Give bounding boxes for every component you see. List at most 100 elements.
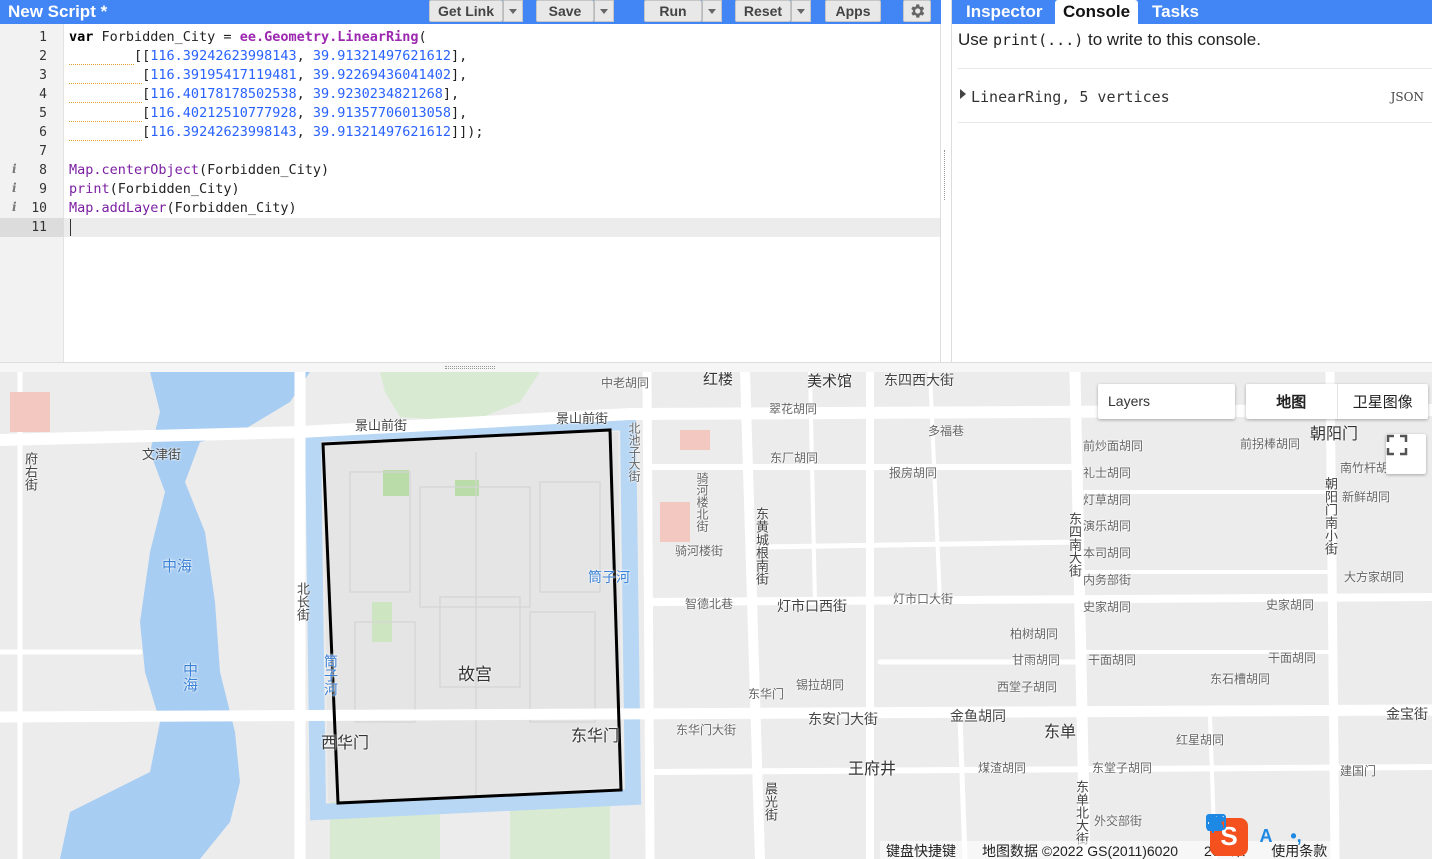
code-editor[interactable]: 1 2 3 4 5 6 7 i8 i9 i 10 11 var Forbidden… <box>0 24 941 362</box>
map-label: 中老胡同 <box>601 376 650 390</box>
line-number: 4 <box>39 87 47 102</box>
apps-button[interactable]: Apps <box>825 0 881 22</box>
expand-arrow-icon[interactable] <box>960 89 966 99</box>
reset-label: Reset <box>743 3 783 19</box>
code-line-active <box>64 218 940 237</box>
map-label: 筒子河 <box>322 654 338 696</box>
map-label: 骑河楼街 <box>675 544 724 558</box>
map-label: 多福巷 <box>928 424 965 438</box>
editor-toolbar: New Script * Get Link Save Run Reset App… <box>0 0 941 24</box>
map-label: 干面胡同 <box>1088 653 1137 667</box>
map-label: 大方家胡同 <box>1344 570 1405 584</box>
fullscreen-button[interactable] <box>1386 434 1426 474</box>
line-number: 3 <box>39 68 47 83</box>
line-number: 2 <box>39 49 47 64</box>
keyboard-icon[interactable] <box>1206 814 1368 849</box>
map-type-control: 地图 卫星图像 <box>1246 384 1428 419</box>
line-number: i 10 <box>12 200 47 216</box>
map-label: 东四南大街 <box>1066 512 1081 577</box>
map-label: 报房胡同 <box>889 466 938 480</box>
json-toggle[interactable]: JSON <box>1391 90 1424 104</box>
ime-font-icon[interactable]: A <box>1254 825 1278 849</box>
map-label: 翠花胡同 <box>769 402 818 416</box>
info-icon[interactable]: i <box>12 162 17 176</box>
ime-toolbar: S A •, <box>1206 814 1432 859</box>
map-label: 本司胡同 <box>1083 546 1132 560</box>
map-canvas <box>0 372 1432 859</box>
map-view[interactable]: 美术馆 红楼 东四西大街 中老胡同 景山前街 景山前街 文津街 府右街 中海 中… <box>0 372 1432 859</box>
map-label: 王府井 <box>848 759 897 778</box>
line-number: 1 <box>39 30 47 45</box>
get-link-dropdown[interactable] <box>503 0 523 22</box>
console-output-row[interactable]: LinearRing, 5 vertices JSON <box>958 86 1428 110</box>
map-label: 前炒面胡同 <box>1083 439 1144 453</box>
map-label: 东华门 <box>748 687 785 701</box>
map-label: 景山前街 <box>355 419 408 434</box>
horizontal-splitter[interactable] <box>0 362 1432 372</box>
map-label: 美术馆 <box>807 372 853 390</box>
run-dropdown[interactable] <box>702 0 722 22</box>
map-label: 中海 <box>162 557 193 575</box>
map-label: 建国门 <box>1340 764 1377 778</box>
microphone-icon[interactable] <box>1206 815 1338 849</box>
map-label: 锡拉胡同 <box>796 678 845 692</box>
map-label: 外交部街 <box>1094 814 1143 828</box>
map-label: 东黄城根南街 <box>753 507 768 585</box>
map-label: 北长街 <box>294 582 309 621</box>
map-label: 内务部街 <box>1083 573 1132 587</box>
console-hint: Use print(...) to write to this console. <box>958 30 1261 49</box>
code-line: [116.40212510777928, 39.91357706013058], <box>64 104 940 123</box>
map-label: 东厂胡同 <box>770 451 819 465</box>
code-line: [[116.39242623998143, 39.91321497621612]… <box>64 47 940 66</box>
info-icon[interactable]: i <box>12 200 17 214</box>
line-number-active: 11 <box>0 218 64 237</box>
map-label: 史家胡同 <box>1083 600 1132 614</box>
reset-dropdown[interactable] <box>791 0 811 22</box>
tab-inspector[interactable]: Inspector <box>958 0 1051 24</box>
layers-control[interactable]: Layers <box>1098 384 1235 419</box>
map-label: 景山前街 <box>556 412 609 427</box>
tab-console[interactable]: Console <box>1055 0 1139 24</box>
keyboard-shortcuts-link[interactable]: 键盘快捷键 <box>886 841 956 859</box>
map-label: 灯草胡同 <box>1083 493 1132 507</box>
code-line: [116.39195417119481, 39.92269436041402], <box>64 66 940 85</box>
apps-grid-icon[interactable] <box>1207 815 1428 849</box>
script-title[interactable]: New Script * <box>8 2 107 22</box>
save-label: Save <box>548 3 582 19</box>
text-cursor <box>70 219 71 236</box>
map-label: 文津街 <box>142 448 182 463</box>
line-gutter: 1 2 3 4 5 6 7 i8 i9 i 10 11 <box>0 24 64 362</box>
get-link-label: Get Link <box>437 3 494 19</box>
map-label: 灯市口西街 <box>777 599 847 615</box>
line-number: i8 <box>12 162 47 178</box>
map-label: 前拐棒胡同 <box>1240 437 1301 451</box>
map-data-credit: 地图数据 ©2022 GS(2011)6020 <box>982 843 1179 859</box>
get-link-button[interactable]: Get Link <box>429 0 503 22</box>
map-label: 灯市口大街 <box>893 592 954 606</box>
map-label: 东华门大街 <box>676 723 737 737</box>
ime-punctuation-icon[interactable]: •, <box>1284 825 1308 849</box>
save-dropdown[interactable] <box>594 0 614 22</box>
map-label: 金鱼胡同 <box>950 709 1006 725</box>
reset-button[interactable]: Reset <box>735 0 791 22</box>
run-button[interactable]: Run <box>644 0 702 22</box>
skin-icon[interactable] <box>1207 815 1398 849</box>
right-panel: Inspector Console Tasks Use print(...) t… <box>951 0 1432 362</box>
vertical-splitter[interactable] <box>941 150 951 210</box>
settings-button[interactable] <box>903 0 931 22</box>
output-label: LinearRing, 5 vertices <box>971 88 1170 106</box>
map-type-map-button[interactable]: 地图 <box>1246 384 1337 419</box>
map-label: 干面胡同 <box>1268 651 1317 665</box>
right-tabbar: Inspector Console Tasks <box>952 0 1432 24</box>
save-button[interactable]: Save <box>536 0 594 22</box>
line-number: 5 <box>39 106 47 121</box>
map-label: 南竹杆胡 <box>1340 461 1389 475</box>
info-icon[interactable]: i <box>12 181 17 195</box>
map-label: 东单北大街 <box>1073 780 1088 845</box>
map-label: 东安门大街 <box>808 712 878 728</box>
code-line: [116.39242623998143, 39.91321497621612]]… <box>64 123 940 142</box>
map-label: 演乐胡同 <box>1083 519 1132 533</box>
code-line: print(Forbidden_City) <box>69 181 240 197</box>
map-type-satellite-button[interactable]: 卫星图像 <box>1338 384 1429 419</box>
tab-tasks[interactable]: Tasks <box>1144 0 1207 24</box>
